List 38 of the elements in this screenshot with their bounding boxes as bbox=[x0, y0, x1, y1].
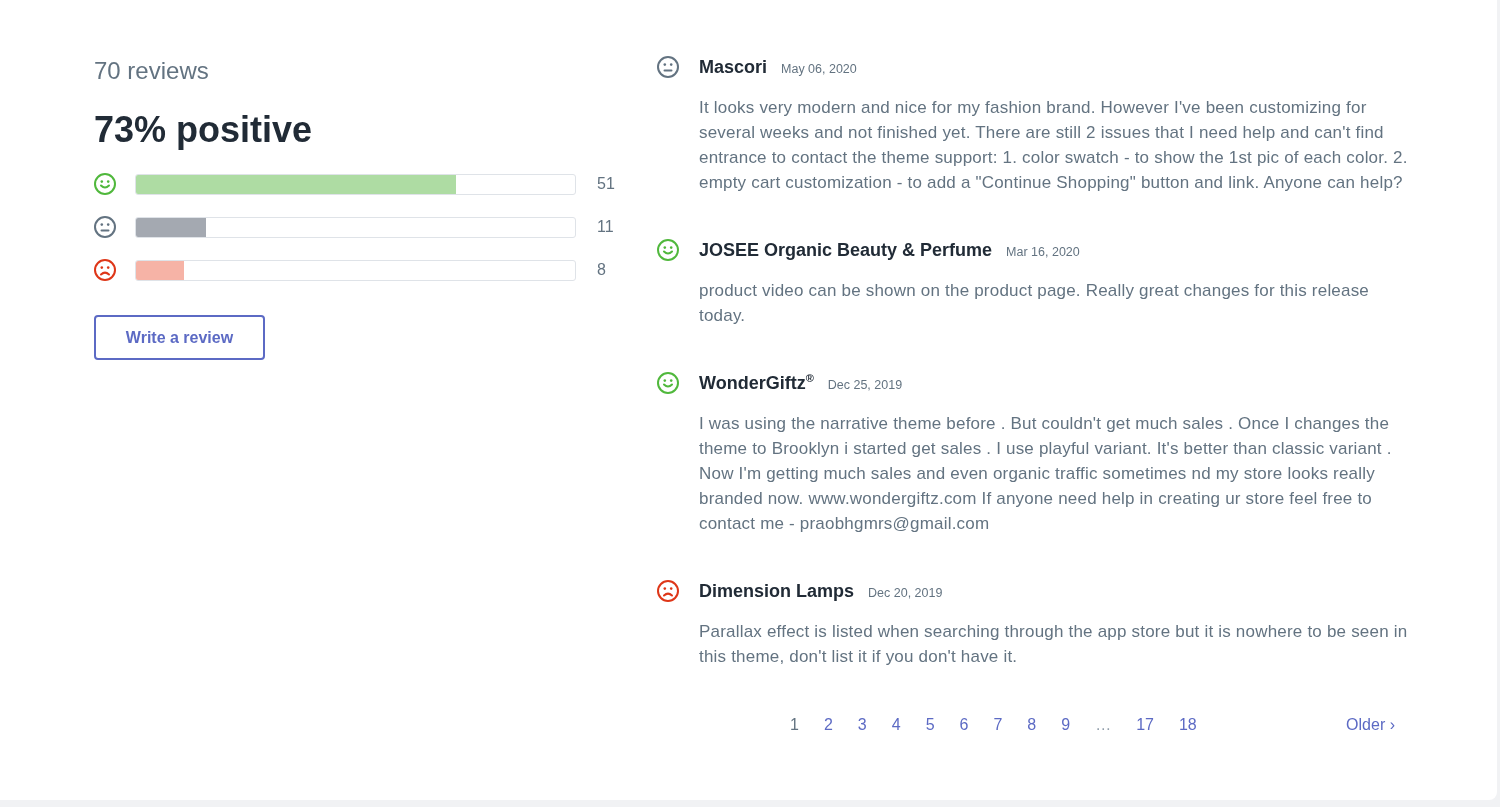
page-link[interactable]: 9 bbox=[1061, 713, 1071, 737]
review-count: 70 reviews bbox=[94, 56, 210, 85]
page-link[interactable]: 2 bbox=[823, 713, 833, 737]
smiling-face-icon bbox=[657, 239, 679, 261]
page-link[interactable]: 17 bbox=[1136, 713, 1154, 737]
frowning-face-icon bbox=[657, 580, 679, 602]
review-date: Mar 16, 2020 bbox=[1006, 244, 1080, 260]
review-text: It looks very modern and nice for my fashion brand. However I've been customizing for several weeks and not finished yet. There are still 2 issues that I need help and can't find entrance to contact the theme support: 1. color swatch - to show the 1st pic of each color. 2. empty cart customization - to add a "Continue Shopping" button and link. Anyone can help? bbox=[699, 97, 1409, 194]
reviewer-name: Mascori bbox=[699, 56, 768, 78]
page-link[interactable]: 8 bbox=[1027, 713, 1037, 737]
write-review-button[interactable]: Write a review bbox=[94, 315, 265, 360]
older-link[interactable]: Older › bbox=[1346, 713, 1395, 737]
review-date: Dec 25, 2019 bbox=[827, 377, 903, 393]
page-link[interactable]: 3 bbox=[857, 713, 867, 737]
neutral-face-icon bbox=[657, 56, 679, 78]
rating-count: 11 bbox=[597, 217, 614, 237]
page-link[interactable]: 7 bbox=[993, 713, 1003, 737]
page-link[interactable]: 1 bbox=[790, 713, 799, 737]
review-date: Dec 20, 2019 bbox=[868, 585, 943, 601]
review-date: May 06, 2020 bbox=[781, 61, 857, 77]
page-link[interactable]: 4 bbox=[891, 713, 901, 737]
positive-percentage-heading: 73% positive bbox=[94, 108, 314, 152]
page-link[interactable]: 18 bbox=[1178, 713, 1197, 737]
page-link[interactable]: 6 bbox=[959, 713, 969, 737]
reviewer-name: WonderGiftz$^{®}$ bbox=[699, 372, 814, 394]
review-text: I was using the narrative theme before . But couldn't get much sales . Once I changes the theme to Brooklyn i started get sales . I use playful variant. It's better than classic variant . Now I'm getting much sales and even organic traffic sometimes nd my store looks really branded now. www.wondergiftz.com If anyone need help in creating ur store feel free to contact me - praobhgmrs@gmail.com bbox=[699, 413, 1393, 535]
smiling-face-icon bbox=[94, 173, 116, 195]
rating-count: 8 bbox=[597, 260, 606, 280]
page-link[interactable]: 5 bbox=[925, 713, 935, 737]
review-text: Parallax effect is listed when searching through the app store but it is nowhere to be seen in this theme, don't list it if you don't have it. bbox=[699, 621, 1409, 668]
reviewer-name: Dimension Lamps bbox=[699, 580, 855, 602]
neutral-face-icon bbox=[94, 216, 116, 238]
frowning-face-icon bbox=[94, 259, 116, 281]
review-text: product video can be shown on the product page. Really great changes for this release today. bbox=[699, 280, 1371, 327]
pagination-ellipsis: … bbox=[1095, 715, 1112, 735]
rating-count: 51 bbox=[597, 174, 615, 194]
reviewer-name: JOSEE Organic Beauty & Perfume bbox=[699, 239, 993, 261]
smiling-face-icon bbox=[657, 372, 679, 394]
